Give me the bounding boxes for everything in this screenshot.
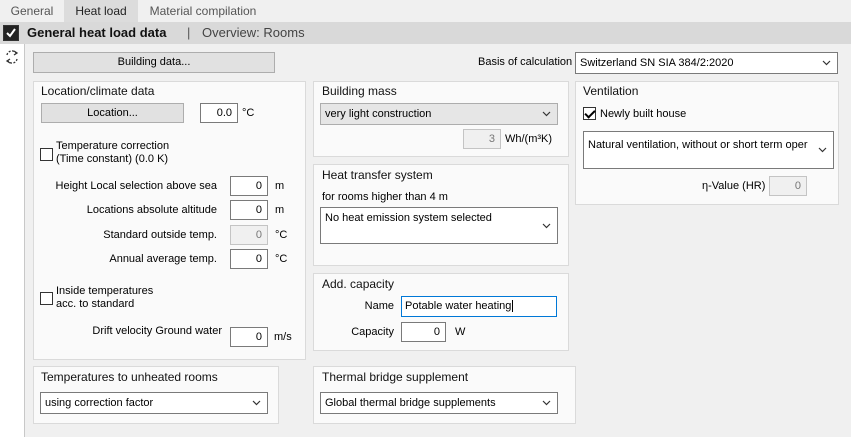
heat-transfer-value: No heat emission system selected — [325, 212, 492, 224]
temp-correction-label-2: (Time constant) (0.0 K) — [56, 153, 169, 165]
chevron-down-icon — [542, 400, 551, 406]
heat-transfer-dropdown[interactable]: No heat emission system selected — [320, 207, 558, 244]
standard-outside-temp-label: Standard outside temp. — [103, 229, 217, 241]
ventilation-title: Ventilation — [583, 84, 639, 98]
eta-value-label: η-Value (HR) — [702, 180, 766, 192]
absolute-altitude-label: Locations absolute altitude — [86, 204, 217, 216]
absolute-altitude-field[interactable]: 0 — [230, 200, 268, 220]
capacity-label: Capacity — [351, 326, 394, 338]
header-checkbox[interactable] — [3, 25, 19, 41]
building-mass-dropdown[interactable]: very light construction — [320, 103, 558, 125]
capacity-unit: W — [455, 326, 466, 338]
annual-average-temp-label: Annual average temp. — [109, 253, 217, 265]
thermal-bridge-dropdown[interactable]: Global thermal bridge supplements — [320, 392, 558, 414]
basis-dropdown[interactable]: Switzerland SN SIA 384/2:2020 — [575, 52, 838, 74]
overview-rooms-link[interactable]: Overview: Rooms — [202, 25, 305, 40]
standard-outside-temp-field: 0 — [230, 225, 268, 245]
drift-velocity-field[interactable]: 0 — [230, 327, 268, 347]
temp-correction-label-1: Temperature correction — [56, 140, 170, 152]
page-title: General heat load data — [27, 25, 167, 40]
unheated-title: Temperatures to unheated rooms — [41, 370, 218, 384]
height-above-sea-unit: m — [275, 180, 285, 192]
checkbox-checked-icon — [4, 26, 18, 40]
drift-velocity-unit: m/s — [274, 331, 292, 343]
temp-correction-checkbox[interactable] — [40, 148, 53, 161]
location-temp-unit: °C — [242, 107, 255, 119]
location-button[interactable]: Location... — [41, 103, 184, 123]
building-mass-unit: Wh/(m³K) — [505, 133, 553, 145]
ventilation-value: Natural ventilation, without or short te… — [588, 139, 808, 151]
tab-heat-load[interactable]: Heat load — [64, 0, 138, 22]
newly-built-label: Newly built house — [600, 108, 687, 120]
location-temp-field[interactable]: 0.0 — [200, 103, 238, 123]
text-caret — [512, 300, 514, 313]
basis-label: Basis of calculation — [478, 56, 573, 68]
inside-temperatures-label-1: Inside temperatures — [56, 285, 154, 297]
chevron-down-icon — [542, 111, 551, 117]
capacity-name-label: Name — [364, 300, 394, 312]
tab-material-compilation[interactable]: Material compilation — [138, 0, 268, 22]
capacity-field[interactable]: 0 — [401, 322, 446, 342]
chevron-down-icon — [542, 223, 551, 228]
building-mass-number: 3 — [463, 129, 501, 149]
thermal-bridge-title: Thermal bridge supplement — [322, 370, 469, 384]
heat-transfer-title: Heat transfer system — [322, 168, 433, 182]
heat-transfer-sublabel: for rooms higher than 4 m — [322, 191, 448, 203]
building-mass-value: very light construction — [325, 108, 432, 120]
chevron-down-icon — [818, 147, 827, 153]
thermal-bridge-value: Global thermal bridge supplements — [325, 397, 496, 409]
height-above-sea-field[interactable]: 0 — [230, 176, 268, 196]
newly-built-checkbox[interactable] — [583, 107, 596, 120]
capacity-name-value: Potable water heating — [405, 300, 512, 312]
chevron-down-icon — [822, 60, 831, 66]
drift-velocity-label: Drift velocity Ground water — [92, 325, 222, 337]
annual-average-temp-field[interactable]: 0 — [230, 249, 268, 269]
unheated-dropdown[interactable]: using correction factor — [40, 392, 268, 414]
inside-temperatures-checkbox[interactable] — [40, 292, 53, 305]
unheated-value: using correction factor — [45, 397, 154, 409]
standard-outside-temp-unit: °C — [275, 229, 288, 241]
building-mass-title: Building mass — [322, 84, 397, 98]
location-title: Location/climate data — [41, 84, 155, 98]
left-toolbar — [0, 44, 25, 437]
height-above-sea-label: Height Local selection above sea — [55, 180, 217, 192]
capacity-name-input[interactable]: Potable water heating — [401, 296, 557, 317]
ventilation-dropdown[interactable]: Natural ventilation, without or short te… — [583, 131, 834, 169]
header-separator: | — [187, 25, 191, 40]
annual-average-temp-unit: °C — [275, 253, 288, 265]
basis-value: Switzerland SN SIA 384/2:2020 — [580, 57, 734, 69]
inside-temperatures-label-2: acc. to standard — [56, 298, 135, 310]
tab-general[interactable]: General — [0, 0, 64, 22]
eta-value-field: 0 — [769, 176, 807, 196]
building-data-button[interactable]: Building data... — [33, 52, 275, 73]
chevron-down-icon — [252, 400, 261, 406]
absolute-altitude-unit: m — [275, 204, 285, 216]
add-capacity-title: Add. capacity — [322, 277, 395, 291]
sync-icon[interactable] — [3, 48, 21, 66]
